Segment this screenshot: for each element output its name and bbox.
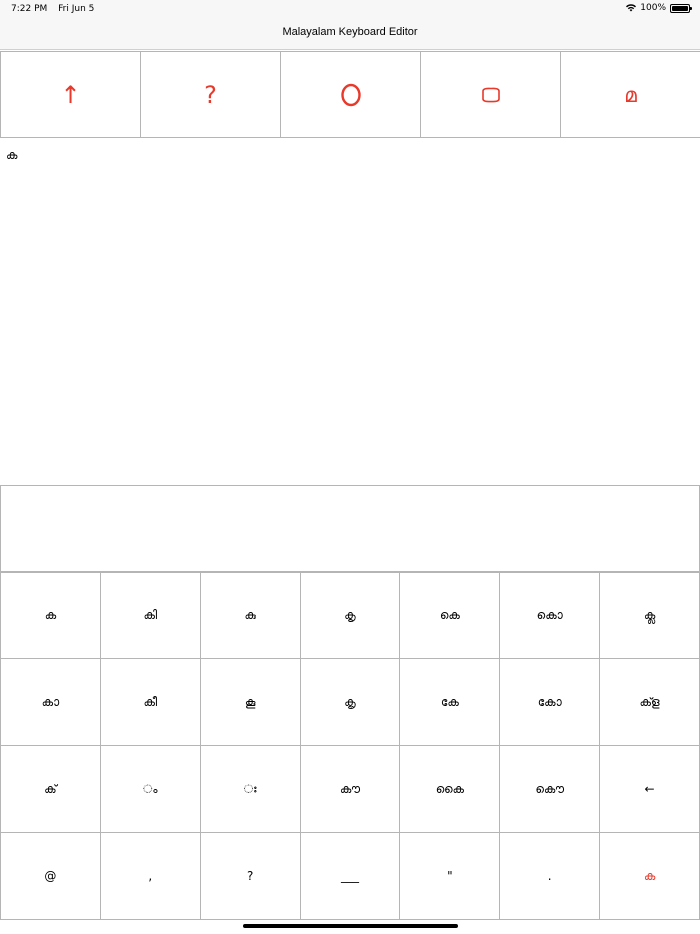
keyboard: ക കി കു കൃ കെ കൊ ക്ല കാ കീ കൂ കൄ കേ കോ ക… bbox=[0, 571, 700, 920]
key-ke[interactable]: കെ bbox=[400, 571, 501, 659]
home-indicator bbox=[243, 924, 458, 928]
editor-text: ക bbox=[6, 148, 18, 162]
wifi-icon bbox=[626, 4, 637, 12]
status-bar: 7:22 PM Fri Jun 5 100% bbox=[0, 0, 700, 18]
rounded-rect-button[interactable] bbox=[420, 52, 561, 137]
key-kla[interactable]: ക്ല bbox=[600, 571, 700, 659]
key-koo[interactable]: കോ bbox=[500, 658, 601, 746]
battery-icon bbox=[670, 3, 692, 13]
key-kii[interactable]: കീ bbox=[100, 658, 201, 746]
status-time: 7:22 PM bbox=[11, 4, 48, 14]
key-period[interactable]: . bbox=[500, 832, 601, 920]
key-kau[interactable]: കൗ bbox=[300, 745, 401, 833]
key-at[interactable]: @ bbox=[1, 832, 101, 920]
page-title: Malayalam Keyboard Editor bbox=[282, 26, 418, 38]
key-virama[interactable]: ക് bbox=[1, 745, 101, 833]
battery-percent: 100% bbox=[640, 3, 666, 13]
suggestion-area bbox=[0, 485, 700, 573]
key-kee[interactable]: കേ bbox=[400, 658, 501, 746]
rounded-rect-icon bbox=[481, 87, 500, 102]
key-klla[interactable]: ക്ള bbox=[600, 658, 700, 746]
key-visarga[interactable]: ഃ bbox=[200, 745, 301, 833]
key-kaa[interactable]: കാ bbox=[1, 658, 101, 746]
key-ka[interactable]: ക bbox=[1, 571, 101, 659]
key-comma[interactable]: , bbox=[100, 832, 201, 920]
key-question[interactable]: ? bbox=[200, 832, 301, 920]
toolbar: ↑ ? മ bbox=[0, 51, 700, 138]
key-quote[interactable]: " bbox=[400, 832, 501, 920]
key-kuu[interactable]: കൂ bbox=[200, 658, 301, 746]
key-kruu[interactable]: കൄ bbox=[300, 658, 401, 746]
key-ki[interactable]: കി bbox=[100, 571, 201, 659]
key-ko[interactable]: കൊ bbox=[500, 571, 601, 659]
key-kau-alt[interactable]: കൌ bbox=[500, 745, 601, 833]
space-key[interactable]: ___ bbox=[300, 832, 401, 920]
key-anusvara[interactable]: ം bbox=[100, 745, 201, 833]
circle-icon bbox=[340, 83, 361, 106]
backspace-key[interactable]: ← bbox=[600, 745, 700, 833]
malayalam-ma-button[interactable]: മ bbox=[560, 52, 700, 137]
key-kai[interactable]: കൈ bbox=[400, 745, 501, 833]
arrow-up-button[interactable]: ↑ bbox=[0, 52, 141, 137]
navigation-bar: Malayalam Keyboard Editor bbox=[0, 18, 700, 50]
status-date: Fri Jun 5 bbox=[58, 4, 95, 14]
key-kru[interactable]: കൃ bbox=[300, 571, 401, 659]
text-editor[interactable]: ക bbox=[0, 140, 700, 485]
consonant-switch-key[interactable]: ക bbox=[600, 832, 700, 920]
key-ku[interactable]: കു bbox=[200, 571, 301, 659]
help-button[interactable]: ? bbox=[140, 52, 281, 137]
circle-button[interactable] bbox=[280, 52, 421, 137]
